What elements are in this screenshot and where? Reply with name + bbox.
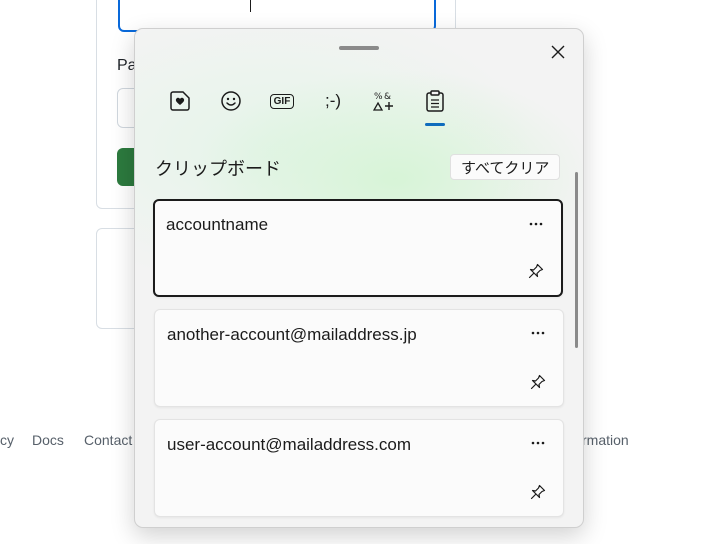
pin-button[interactable] xyxy=(523,259,549,283)
clipboard-item[interactable]: accountname xyxy=(153,199,563,297)
drag-handle[interactable] xyxy=(339,46,379,50)
clipboard-item[interactable]: another-account@mailaddress.jp xyxy=(154,309,564,407)
kaomoji-icon: ;-) xyxy=(324,91,342,110)
pin-button[interactable] xyxy=(525,480,551,504)
scrollbar[interactable] xyxy=(575,172,578,348)
more-options-button[interactable] xyxy=(525,432,551,454)
footer-link-information[interactable]: rmation xyxy=(582,432,629,448)
tab-stickers[interactable] xyxy=(155,81,205,121)
pin-icon xyxy=(528,263,544,279)
clipboard-item-text: accountname xyxy=(166,215,269,234)
tab-clipboard[interactable] xyxy=(410,81,460,121)
text-caret xyxy=(250,0,251,12)
more-icon xyxy=(529,222,543,226)
close-button[interactable] xyxy=(543,37,573,67)
footer-link-privacy[interactable]: cy xyxy=(0,432,14,448)
sticker-heart-icon xyxy=(170,91,190,111)
pin-icon xyxy=(530,374,546,390)
more-icon xyxy=(531,441,545,445)
pin-icon xyxy=(530,484,546,500)
tab-symbols[interactable]: % & xyxy=(359,81,409,121)
tab-gif[interactable]: GIF xyxy=(257,81,307,121)
svg-text:%: % xyxy=(374,92,383,102)
symbols-icon: % & xyxy=(373,92,393,111)
more-icon xyxy=(531,331,545,335)
more-options-button[interactable] xyxy=(523,213,549,235)
clear-all-button[interactable]: すべてクリア xyxy=(450,154,561,180)
pin-button[interactable] xyxy=(525,370,551,394)
clipboard-flyout: GIF ;-) % & クリップボード すべてクリア accountname a… xyxy=(134,28,584,528)
gif-icon: GIF xyxy=(269,93,295,109)
tab-kaomoji[interactable]: ;-) xyxy=(308,81,358,121)
clipboard-item[interactable]: user-account@mailaddress.com xyxy=(154,419,564,517)
clipboard-item-text: another-account@mailaddress.jp xyxy=(167,325,417,344)
more-options-button[interactable] xyxy=(525,322,551,344)
footer-link-contact[interactable]: Contact xyxy=(84,432,132,448)
clipboard-item-text: user-account@mailaddress.com xyxy=(167,435,412,454)
section-title: クリップボード xyxy=(155,159,281,179)
svg-text:&: & xyxy=(384,92,391,102)
emoji-icon xyxy=(221,91,241,111)
active-tab-indicator xyxy=(425,123,445,126)
close-icon xyxy=(551,45,565,59)
footer-link-docs[interactable]: Docs xyxy=(32,432,64,448)
clipboard-icon xyxy=(426,90,444,112)
tab-emoji[interactable] xyxy=(206,81,256,121)
